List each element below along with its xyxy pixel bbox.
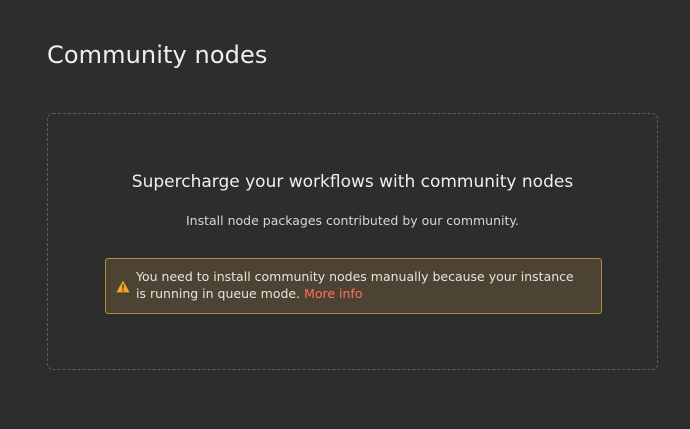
queue-mode-warning: You need to install community nodes manu…	[105, 258, 602, 314]
empty-state-description: Install node packages contributed by our…	[185, 213, 519, 228]
empty-state-heading: Supercharge your workflows with communit…	[131, 172, 574, 192]
warning-text: You need to install community nodes manu…	[136, 268, 586, 302]
warning-triangle-icon	[116, 278, 130, 293]
more-info-link[interactable]: More info	[304, 286, 362, 301]
community-nodes-empty-state: Supercharge your workflows with communit…	[47, 113, 658, 370]
page-title: Community nodes	[47, 41, 268, 69]
